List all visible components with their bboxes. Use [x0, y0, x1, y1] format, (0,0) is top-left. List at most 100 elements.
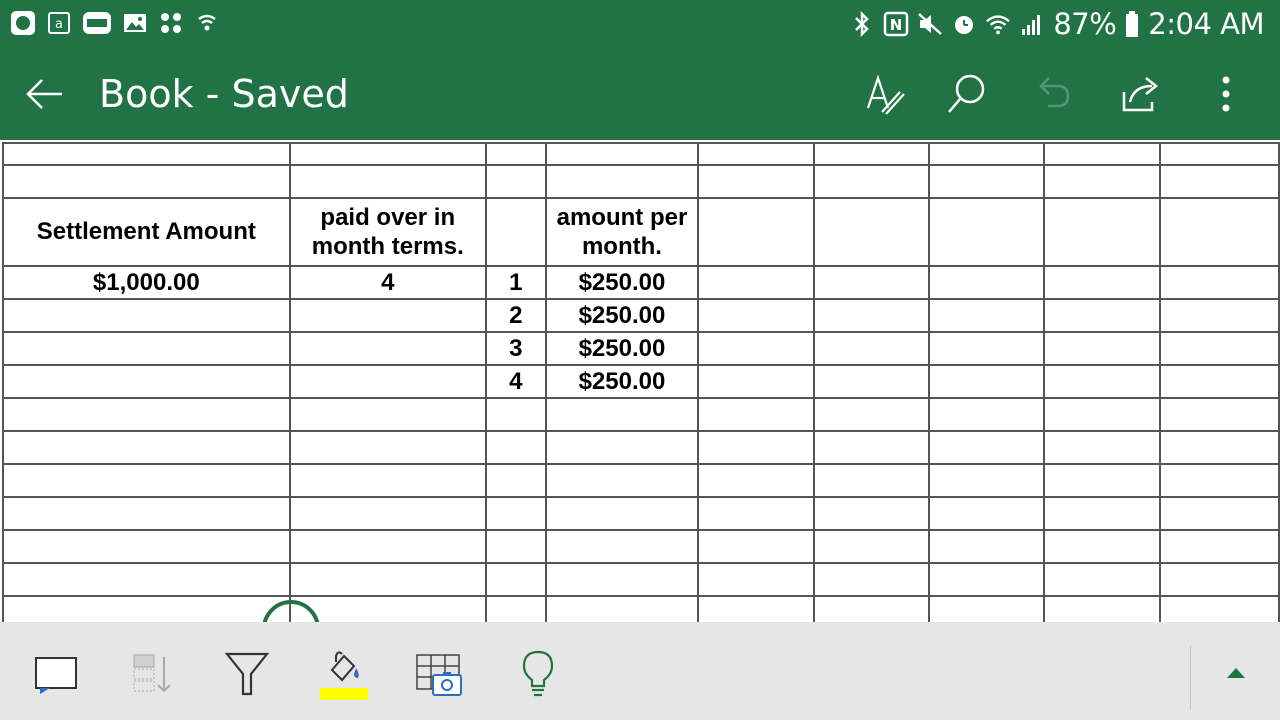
cell[interactable] [927, 197, 1046, 267]
cell[interactable] [288, 331, 487, 366]
cell[interactable] [484, 197, 547, 267]
cell[interactable] [2, 463, 291, 498]
cell[interactable] [1158, 298, 1280, 333]
cell[interactable]: 1 [484, 265, 547, 300]
cell[interactable] [484, 595, 547, 622]
cell[interactable] [697, 142, 815, 166]
cell[interactable] [1158, 197, 1280, 267]
expand-caret-icon[interactable] [1224, 662, 1248, 682]
cell[interactable] [697, 164, 815, 199]
cell[interactable] [2, 529, 291, 564]
cell[interactable] [1043, 529, 1161, 564]
cell[interactable] [288, 142, 487, 166]
cell[interactable] [2, 397, 291, 432]
cell[interactable] [812, 331, 930, 366]
cell[interactable] [812, 562, 930, 597]
cell[interactable] [927, 397, 1046, 432]
cell[interactable]: $250.00 [544, 265, 700, 300]
cell[interactable] [484, 430, 547, 465]
cell[interactable] [1158, 164, 1280, 199]
cell[interactable] [1158, 265, 1280, 300]
cell[interactable]: $250.00 [544, 364, 700, 399]
cell[interactable] [288, 496, 487, 531]
cell[interactable] [927, 364, 1046, 399]
cell[interactable] [697, 496, 815, 531]
share-icon[interactable] [1118, 72, 1162, 116]
cell[interactable] [2, 164, 291, 199]
cell[interactable] [812, 164, 930, 199]
cell[interactable] [1043, 265, 1161, 300]
cell[interactable] [1043, 430, 1161, 465]
draw-icon[interactable] [862, 72, 906, 116]
cell[interactable] [927, 164, 1046, 199]
cell[interactable] [812, 529, 930, 564]
cell[interactable] [927, 331, 1046, 366]
cell[interactable] [484, 463, 547, 498]
ideas-icon[interactable] [511, 648, 565, 700]
cell[interactable] [544, 164, 700, 199]
cell[interactable] [288, 164, 487, 199]
cell[interactable] [927, 562, 1046, 597]
cell[interactable] [544, 430, 700, 465]
cell[interactable] [1158, 562, 1280, 597]
cell[interactable] [697, 197, 815, 267]
back-arrow-icon[interactable] [22, 74, 66, 114]
filter-icon[interactable] [220, 648, 274, 700]
cell[interactable] [288, 595, 487, 622]
cell[interactable] [927, 430, 1046, 465]
cell[interactable] [1158, 430, 1280, 465]
cell[interactable] [927, 595, 1046, 622]
cell[interactable] [1043, 496, 1161, 531]
cell[interactable] [288, 397, 487, 432]
cell[interactable] [288, 430, 487, 465]
cell[interactable] [697, 595, 815, 622]
cell[interactable] [697, 397, 815, 432]
cell[interactable] [812, 463, 930, 498]
insert-table-picture-icon[interactable] [413, 648, 467, 700]
cell[interactable] [697, 331, 815, 366]
cell[interactable] [288, 298, 487, 333]
header-cell-amount-per-month[interactable]: amount per month. [544, 197, 700, 267]
cell[interactable] [1043, 595, 1161, 622]
cell[interactable] [484, 529, 547, 564]
cell[interactable] [1158, 463, 1280, 498]
cell[interactable] [1043, 298, 1161, 333]
sort-icon[interactable] [125, 648, 179, 700]
cell[interactable]: 3 [484, 331, 547, 366]
cell[interactable] [1158, 397, 1280, 432]
cell[interactable] [1158, 496, 1280, 531]
more-icon[interactable] [1204, 72, 1248, 116]
cell[interactable]: 2 [484, 298, 547, 333]
cell[interactable]: 4 [288, 265, 487, 300]
cell[interactable] [2, 331, 291, 366]
cell[interactable] [1043, 364, 1161, 399]
search-icon[interactable] [944, 72, 988, 116]
cell[interactable]: $1,000.00 [2, 265, 291, 300]
cell[interactable] [2, 142, 291, 166]
cell[interactable] [812, 142, 930, 166]
cell[interactable] [484, 397, 547, 432]
cell[interactable] [927, 298, 1046, 333]
cell[interactable] [1158, 364, 1280, 399]
cell[interactable] [927, 529, 1046, 564]
cell[interactable] [544, 463, 700, 498]
cell[interactable] [544, 595, 700, 622]
cell[interactable] [812, 595, 930, 622]
cell[interactable] [812, 496, 930, 531]
cell[interactable] [288, 364, 487, 399]
cell[interactable] [2, 496, 291, 531]
fill-color-icon[interactable] [316, 648, 370, 700]
cell[interactable] [484, 164, 547, 199]
header-cell-settlement-amount[interactable]: Settlement Amount [2, 197, 291, 267]
cell[interactable] [1158, 529, 1280, 564]
cell[interactable] [288, 463, 487, 498]
cell[interactable] [2, 430, 291, 465]
cell[interactable] [812, 298, 930, 333]
cell[interactable] [697, 529, 815, 564]
cell[interactable] [1043, 164, 1161, 199]
cell[interactable] [697, 463, 815, 498]
cell[interactable] [484, 562, 547, 597]
cell[interactable] [697, 265, 815, 300]
cell[interactable] [1043, 463, 1161, 498]
cell[interactable] [1158, 331, 1280, 366]
